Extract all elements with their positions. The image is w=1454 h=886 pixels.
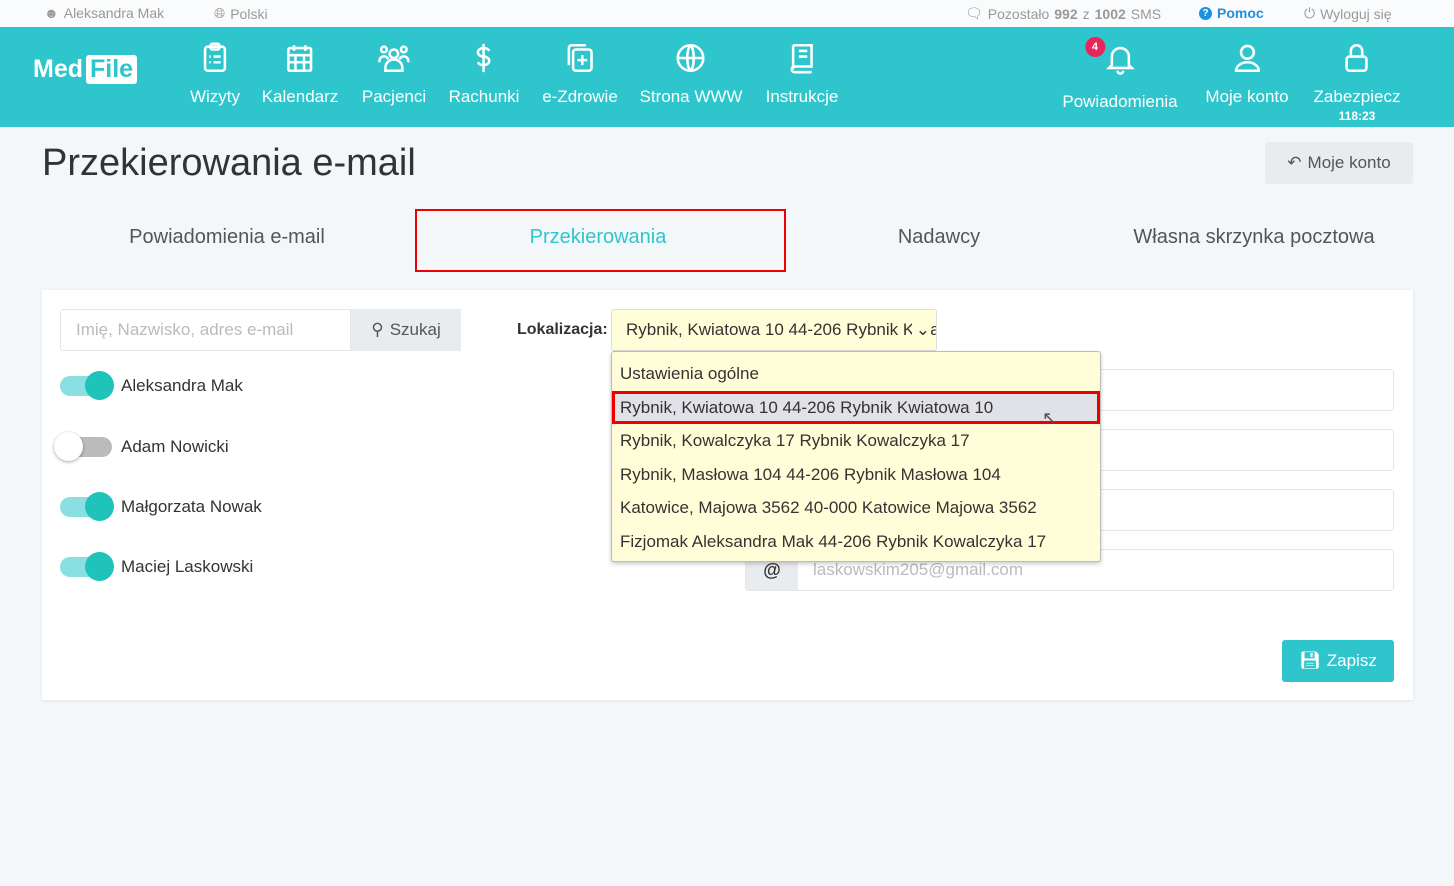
chat-icon: 🗨︎ — [965, 5, 983, 21]
dollar-icon — [477, 43, 491, 73]
nav-strona-www[interactable]: Strona WWW — [640, 41, 742, 107]
book-icon — [790, 43, 814, 74]
location-dropdown: Ustawienia ogólne Rybnik, Kwiatowa 10 44… — [611, 351, 1101, 562]
location-option[interactable]: Katowice, Majowa 3562 40-000 Katowice Ma… — [612, 491, 1100, 525]
tab-senders[interactable]: Nadawcy — [898, 226, 980, 249]
tab-own-mailbox[interactable]: Własna skrzynka pocztowa — [1133, 226, 1374, 249]
chevron-down-icon: ⌄ — [911, 320, 930, 340]
user-name: Maciej Laskowski — [121, 557, 254, 576]
location-label: Lokalizacja: — [517, 321, 608, 338]
nav-wizyty[interactable]: Wizyty — [190, 41, 240, 107]
users-icon — [378, 45, 410, 73]
location-select[interactable]: Rybnik, Kwiatowa 10 44-206 Rybnik Kwiato… — [611, 309, 937, 351]
logo[interactable]: Med File — [33, 55, 138, 84]
back-button[interactable]: ↶ Moje konto — [1265, 142, 1413, 184]
page-title: Przekierowania e-mail — [42, 142, 416, 184]
power-icon: ⏻︎ — [1304, 5, 1316, 21]
nav-rachunki[interactable]: Rachunki — [449, 41, 519, 107]
floppy-icon: 💾︎ — [1299, 651, 1321, 670]
nav-account[interactable]: Moje konto — [1205, 41, 1289, 107]
search-button[interactable]: ⚲ Szukaj — [351, 309, 461, 351]
user-toggle[interactable] — [60, 552, 114, 581]
medical-icon — [567, 43, 593, 73]
search-input[interactable]: Imię, Nazwisko, adres e-mail — [60, 309, 351, 351]
globe-icon — [676, 43, 706, 73]
logout-link[interactable]: ⏻︎ Wyloguj się — [1304, 5, 1392, 22]
help-icon: ? — [1199, 6, 1212, 20]
notification-badge: 4 — [1084, 37, 1105, 57]
help-link[interactable]: ? Pomoc — [1199, 5, 1264, 21]
bell-icon — [1105, 46, 1135, 75]
location-option[interactable]: Fizjomak Aleksandra Mak 44-206 Rybnik Ko… — [612, 525, 1100, 559]
clipboard-icon — [203, 42, 227, 73]
mouse-cursor-icon: ↖ — [1042, 408, 1058, 428]
nav-notifications[interactable]: 4 Powiadomienia — [1062, 37, 1178, 112]
user-icon — [1234, 44, 1260, 73]
nav-instrukcje[interactable]: Instrukcje — [766, 41, 838, 107]
nav-ezdrowie[interactable]: e-Zdrowie — [542, 41, 618, 107]
main-nav: Med File Wizyty Kalendarz Pacjenci Rachun… — [0, 27, 1454, 127]
user-link[interactable]: ☻ Aleksandra Mak — [44, 5, 164, 21]
nav-lock[interactable]: Zabezpiecz 118:23 — [1314, 41, 1400, 123]
user-name: Adam Nowicki — [121, 437, 229, 456]
tab-email-notifications[interactable]: Powiadomienia e-mail — [129, 226, 325, 249]
calendar-icon — [287, 45, 313, 73]
user-name: Aleksandra Mak — [121, 376, 243, 395]
session-timer: 118:23 — [1338, 109, 1376, 123]
user-toggle[interactable] — [54, 432, 112, 461]
globe-icon: 🌐︎ — [214, 5, 226, 21]
user-name: Małgorzata Nowak — [121, 497, 262, 516]
location-option-selected[interactable]: Rybnik, Kwiatowa 10 44-206 Rybnik Kwiato… — [612, 390, 1100, 424]
user-toggle[interactable] — [60, 371, 114, 400]
location-option[interactable]: Rybnik, Masłowa 104 44-206 Rybnik Masłow… — [612, 458, 1100, 492]
top-bar: ☻ Aleksandra Mak 🌐︎ Polski 🗨︎ Pozostało 992… — [0, 0, 1454, 27]
language-link[interactable]: 🌐︎ Polski — [214, 5, 268, 22]
nav-pacjenci[interactable]: Pacjenci — [362, 41, 426, 107]
arrow-left-icon: ↶ — [1287, 153, 1302, 172]
location-option[interactable]: Ustawienia ogólne — [612, 357, 1100, 391]
location-option[interactable]: Rybnik, Kowalczyka 17 Rybnik Kowalczyka … — [612, 424, 1100, 458]
search-icon: ⚲ — [371, 320, 384, 339]
lock-icon — [1345, 44, 1369, 73]
save-button[interactable]: 💾︎ Zapisz — [1282, 640, 1394, 682]
user-toggle[interactable] — [60, 492, 114, 521]
sms-counter: 🗨︎ Pozostało 992 z 1002 SMS — [965, 5, 1162, 22]
nav-kalendarz[interactable]: Kalendarz — [262, 41, 338, 107]
active-tab-highlight — [415, 209, 786, 272]
